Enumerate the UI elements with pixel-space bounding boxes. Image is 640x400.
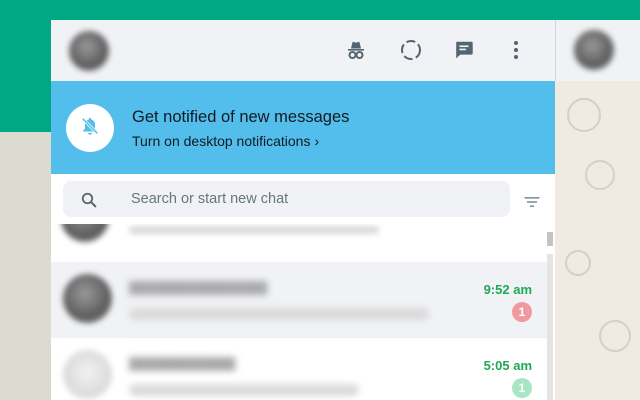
search-row: Search or start new chat bbox=[51, 174, 555, 224]
chat-list-scrollbar[interactable] bbox=[547, 232, 555, 400]
conversation-header bbox=[555, 20, 640, 81]
list-item[interactable] bbox=[51, 224, 555, 242]
unread-badge: 1 bbox=[512, 378, 532, 398]
incognito-icon[interactable] bbox=[341, 35, 371, 65]
wallpaper-doodle bbox=[585, 160, 615, 190]
avatar bbox=[63, 350, 112, 399]
scroll-up-arrow[interactable] bbox=[547, 232, 553, 246]
chat-row[interactable]: █████████████ 9:52 am 1 bbox=[51, 262, 547, 338]
status-icon[interactable] bbox=[396, 35, 426, 65]
blurred-contact-name: ██████████ bbox=[129, 357, 236, 371]
bell-muted-icon bbox=[79, 115, 101, 142]
notification-subtitle: Turn on desktop notifications bbox=[132, 133, 311, 149]
chat-time: 5:05 am bbox=[483, 358, 532, 373]
panel-header bbox=[51, 20, 555, 81]
scroll-thumb[interactable] bbox=[547, 254, 553, 400]
unread-badge: 1 bbox=[512, 302, 532, 322]
wallpaper-doodle bbox=[599, 320, 631, 352]
blurred-contact-name: █████████████ bbox=[129, 281, 268, 295]
notification-title: Get notified of new messages bbox=[132, 108, 350, 126]
search-icon[interactable] bbox=[80, 191, 98, 209]
blurred-message bbox=[129, 226, 379, 234]
blurred-message bbox=[129, 384, 359, 396]
search-placeholder: Search or start new chat bbox=[131, 191, 289, 207]
enable-notifications-link[interactable]: Turn on desktop notifications › bbox=[132, 133, 319, 149]
chat-time: 9:52 am bbox=[483, 282, 532, 297]
filter-icon[interactable] bbox=[522, 192, 542, 212]
notification-banner[interactable]: Get notified of new messages Turn on des… bbox=[51, 81, 555, 174]
chat-list: █████████████ 9:52 am 1 ██████████ 5:05 … bbox=[51, 224, 555, 400]
menu-icon[interactable] bbox=[501, 35, 531, 65]
notification-icon-circle bbox=[66, 104, 114, 152]
conversation-panel bbox=[555, 20, 640, 400]
chat-row[interactable]: ██████████ 5:05 am 1 bbox=[51, 338, 547, 400]
avatar bbox=[63, 274, 112, 323]
profile-avatar[interactable] bbox=[69, 31, 109, 71]
chat-list-panel: Get notified of new messages Turn on des… bbox=[51, 20, 555, 400]
blurred-message bbox=[129, 308, 429, 320]
wallpaper-doodle bbox=[565, 250, 591, 276]
wallpaper-doodle bbox=[567, 98, 601, 132]
avatar bbox=[61, 224, 109, 242]
chevron-right-icon: › bbox=[314, 133, 320, 149]
new-chat-icon[interactable] bbox=[449, 35, 479, 65]
avatar[interactable] bbox=[574, 30, 614, 70]
search-input[interactable]: Search or start new chat bbox=[63, 181, 510, 217]
